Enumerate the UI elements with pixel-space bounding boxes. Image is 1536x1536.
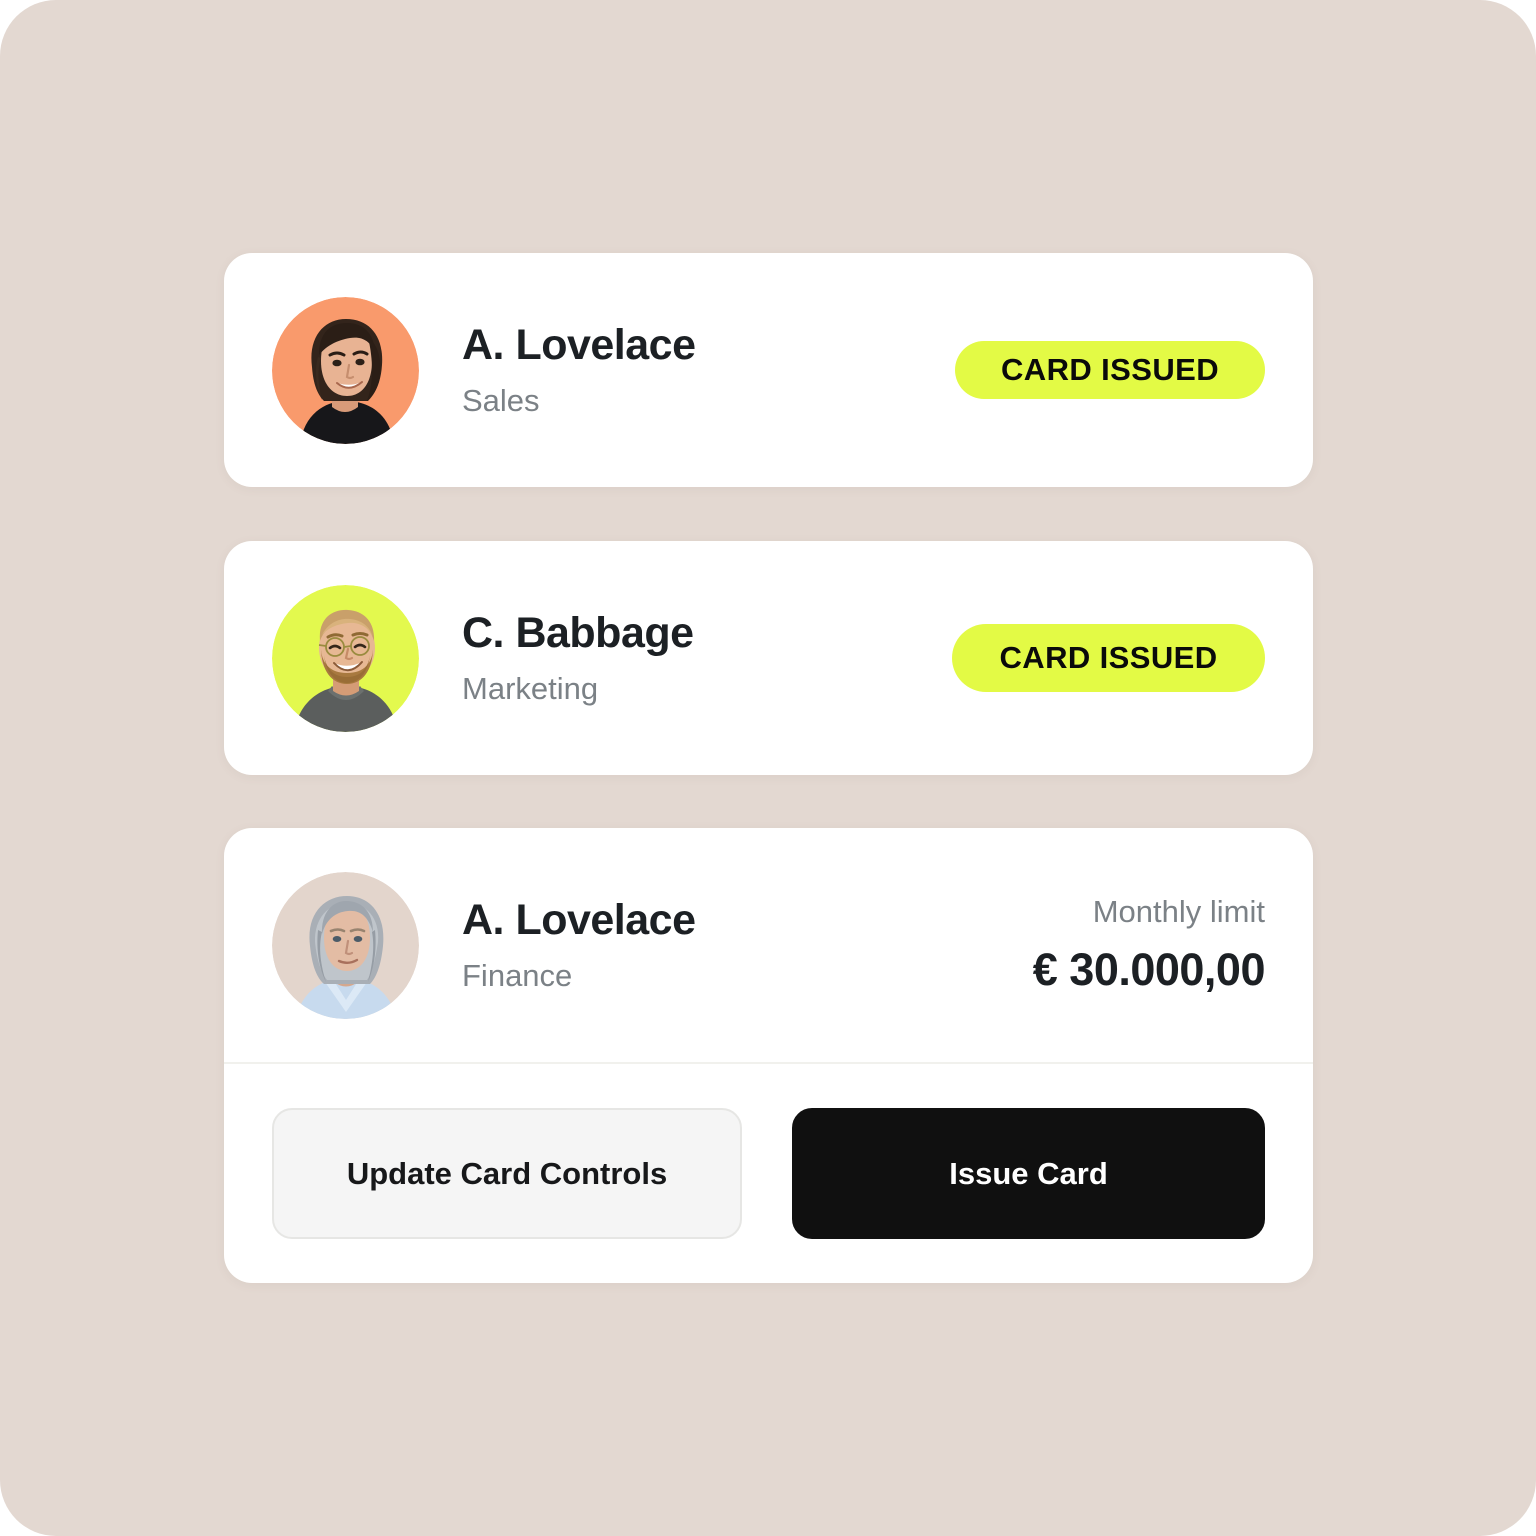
avatar-photo-man-beard-glasses-icon xyxy=(272,584,419,732)
status-badge: CARD ISSUED xyxy=(955,341,1265,399)
person-role: Sales xyxy=(462,382,540,418)
person-info: A. Lovelace Finance xyxy=(462,896,696,994)
card-header-row: A. Lovelace Sales CARD ISSUED xyxy=(224,253,1313,487)
person-role: Finance xyxy=(462,957,573,993)
monthly-limit-label: Monthly limit xyxy=(1092,894,1265,930)
avatar-photo-woman-dark-hair-icon xyxy=(272,296,419,444)
person-name: A. Lovelace xyxy=(462,320,696,369)
avatar xyxy=(272,296,419,444)
update-card-controls-button[interactable]: Update Card Controls xyxy=(272,1108,743,1239)
person-name: A. Lovelace xyxy=(462,895,696,944)
employee-card-lovelace-sales[interactable]: A. Lovelace Sales CARD ISSUED xyxy=(224,253,1313,487)
avatar xyxy=(272,584,419,732)
monthly-limit: Monthly limit € 30.000,00 xyxy=(1032,893,1266,996)
card-header-row: A. Lovelace Finance Monthly limit € 30.0… xyxy=(224,828,1313,1062)
person-info: C. Babbage Marketing xyxy=(462,609,694,707)
employee-card-lovelace-finance[interactable]: A. Lovelace Finance Monthly limit € 30.0… xyxy=(224,828,1313,1283)
avatar-photo-woman-gray-hair-icon xyxy=(272,871,419,1019)
page-root: A. Lovelace Sales CARD ISSUED C. Babbage… xyxy=(0,0,1536,1536)
avatar xyxy=(272,871,419,1019)
employee-card-babbage-marketing[interactable]: C. Babbage Marketing CARD ISSUED xyxy=(224,541,1313,775)
monthly-limit-value: € 30.000,00 xyxy=(1032,943,1266,995)
status-badge: CARD ISSUED xyxy=(952,624,1265,692)
issue-card-button[interactable]: Issue Card xyxy=(792,1108,1265,1239)
card-actions: Update Card Controls Issue Card xyxy=(224,1064,1313,1283)
card-header-row: C. Babbage Marketing CARD ISSUED xyxy=(224,541,1313,775)
person-name: C. Babbage xyxy=(462,608,694,657)
person-role: Marketing xyxy=(462,670,599,706)
person-info: A. Lovelace Sales xyxy=(462,321,696,419)
